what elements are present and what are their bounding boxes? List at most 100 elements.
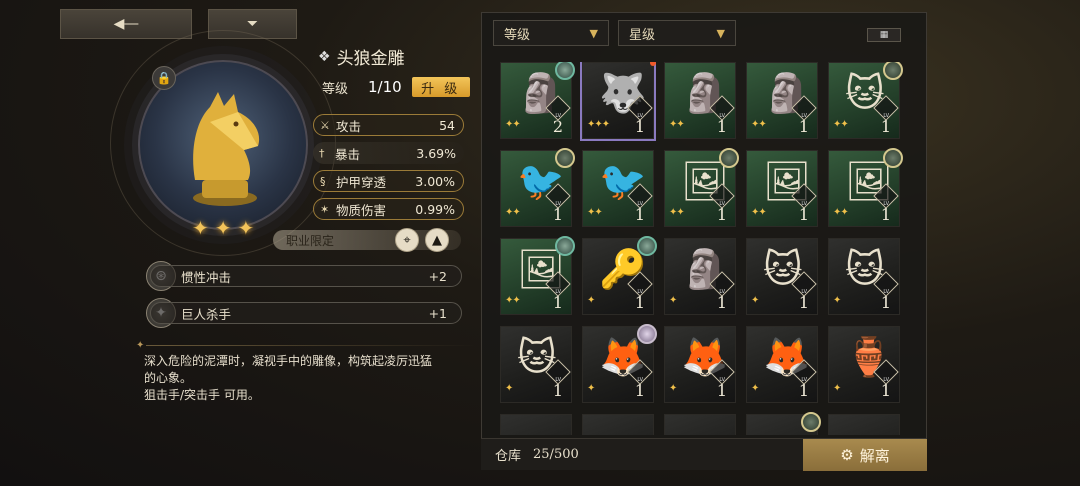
equipped-character-badge <box>637 324 657 344</box>
card-level: 1 <box>634 205 645 224</box>
stat-value: 3.00% <box>415 173 455 189</box>
card-stars: ✦✦ <box>833 207 849 218</box>
home-tray-icon: ⏷ <box>246 16 259 32</box>
skill-label: 巨人杀手 <box>181 306 232 322</box>
card-level: 1 <box>552 205 563 224</box>
equipped-character-badge <box>637 236 657 256</box>
inventory-grid: 🗿 LV 2 ✦✦ 🐺 LV 1 ✦✦✦ 🗿 LV 1 ✦✦ 🗿 LV 1 ✦✦ 🐱 LV 1 ✦✦ 🐦 LV 1 ✦✦ 🐦 LV… <box>500 62 910 435</box>
upgrade-button[interactable]: 升 级 <box>411 77 470 97</box>
inventory-card[interactable] <box>828 414 900 435</box>
inventory-card[interactable]: 🗿 LV 1 ✦✦ <box>746 62 818 139</box>
inventory-card[interactable]: 🗿 LV 1 ✦✦ <box>664 62 736 139</box>
inventory-card[interactable]: 🦊 LV 1 ✦ <box>746 326 818 403</box>
card-stars: ✦ <box>669 295 677 306</box>
inventory-card[interactable]: 🐱 LV 1 ✦ <box>746 238 818 315</box>
dismantle-icon: ⚙ <box>840 446 854 464</box>
card-stars: ✦ <box>751 295 759 306</box>
dropdown-arrow-icon: ▼ <box>716 26 725 40</box>
card-stars: ✦ <box>833 295 841 306</box>
inventory-card[interactable]: 🐦 LV 1 ✦✦ <box>582 150 654 227</box>
item-name: 头狼金雕 <box>336 49 405 69</box>
card-level: 2 <box>552 117 563 136</box>
stat-label: 攻击 <box>336 118 362 134</box>
star-filter-dropdown[interactable]: 星级 ▼ <box>618 20 736 46</box>
card-level: 1 <box>798 381 809 400</box>
sniper-class-icon[interactable]: ⌖ <box>395 228 419 252</box>
class-restriction-label: 职业限定 <box>286 233 335 248</box>
equipped-character-badge <box>883 148 903 168</box>
card-level: 1 <box>716 205 727 224</box>
card-stars: ✦✦ <box>505 295 521 306</box>
skill-row[interactable]: 巨人杀手 +1 <box>150 302 462 324</box>
inventory-card[interactable]: 🐱 LV 1 ✦ <box>828 238 900 315</box>
rarity-stars: ✦ ✦ ✦ <box>192 216 254 240</box>
stat-row: † 暴击 3.69% <box>313 142 464 164</box>
inventory-card[interactable] <box>500 414 572 435</box>
equipped-character-badge <box>555 148 575 168</box>
skill-value: +2 <box>428 268 447 284</box>
equipped-character-badge <box>555 62 575 80</box>
crit-icon: † <box>319 146 325 160</box>
star-icon: ✦ <box>214 216 232 240</box>
card-stars: ✦✦ <box>505 119 521 130</box>
inventory-card[interactable]: 🗿 LV 1 ✦ <box>664 238 736 315</box>
card-level: 1 <box>880 293 891 312</box>
card-level: 1 <box>634 293 645 312</box>
inventory-card[interactable]: 🐺 LV 1 ✦✦✦ <box>580 62 656 141</box>
card-level: 1 <box>880 205 891 224</box>
equipped-character-badge <box>883 62 903 80</box>
star-icon: ✦ <box>192 216 209 240</box>
inventory-card[interactable]: 🖼 LV 1 ✦✦ <box>746 150 818 227</box>
card-stars: ✦ <box>751 383 759 394</box>
level-filter-dropdown[interactable]: 等级 ▼ <box>493 20 609 46</box>
card-stars: ✦✦ <box>751 207 767 218</box>
inventory-card[interactable] <box>664 414 736 435</box>
card-stars: ✦✦ <box>833 119 849 130</box>
stat-label: 物质伤害 <box>336 202 387 218</box>
inventory-card[interactable] <box>582 414 654 435</box>
inventory-card[interactable]: 🦊 LV 1 ✦ <box>664 326 736 403</box>
card-stars: ✦ <box>587 383 595 394</box>
grid-view-icon[interactable]: ▦ <box>867 28 901 42</box>
lock-icon[interactable]: 🔒 <box>152 66 176 90</box>
back-arrow-icon: ◀― <box>113 16 139 32</box>
star-icon: ✦ <box>237 216 255 240</box>
level-row: 等级 1/10 升 级 <box>322 77 470 97</box>
inventory-card[interactable]: 🐱 LV 1 ✦ <box>500 326 572 403</box>
skill-row[interactable]: 惯性冲击 +2 <box>150 265 462 287</box>
equipped-character-badge <box>801 412 821 432</box>
card-level: 1 <box>798 117 809 136</box>
storage-count: 25/500 <box>533 447 579 462</box>
back-button[interactable]: ◀― <box>60 9 192 39</box>
stat-label: 护甲穿透 <box>336 174 387 190</box>
armor-pierce-icon: § <box>320 174 326 188</box>
card-stars: ✦✦ <box>587 207 603 218</box>
dismantle-button[interactable]: ⚙ 解离 <box>803 439 927 471</box>
skill-label: 惯性冲击 <box>181 269 232 285</box>
card-stars: ✦✦ <box>505 207 521 218</box>
stat-row: § 护甲穿透 3.00% <box>313 170 464 192</box>
stat-row: ✶ 物质伤害 0.99% <box>313 198 464 220</box>
assault-class-icon[interactable]: ▲ <box>425 228 449 252</box>
card-stars: ✦ <box>587 295 595 306</box>
card-stars: ✦✦ <box>669 119 685 130</box>
sword-icon: ⚔ <box>320 118 330 132</box>
inventory-card[interactable]: 🏺 LV 1 ✦ <box>828 326 900 403</box>
item-type-icon: ❖ <box>318 48 331 65</box>
card-level: 1 <box>716 293 727 312</box>
physical-damage-icon: ✶ <box>320 202 330 216</box>
card-stars: ✦ <box>669 383 677 394</box>
stat-value: 54 <box>439 117 455 133</box>
divider <box>146 345 476 346</box>
storage-label: 仓库 <box>495 449 522 464</box>
card-level: 1 <box>716 117 727 136</box>
stat-row: ⚔ 攻击 54 <box>313 114 464 136</box>
inventory-footer: 仓库 25/500 ⚙ 解离 <box>481 438 927 471</box>
item-title: ❖ 头狼金雕 <box>318 44 405 70</box>
card-stars: ✦ <box>833 383 841 394</box>
stat-value: 3.69% <box>416 145 456 161</box>
card-stars: ✦ <box>505 383 513 394</box>
sparkle-icon: ✦ <box>136 340 145 351</box>
card-level: 1 <box>552 293 563 312</box>
card-level: 1 <box>634 117 645 136</box>
